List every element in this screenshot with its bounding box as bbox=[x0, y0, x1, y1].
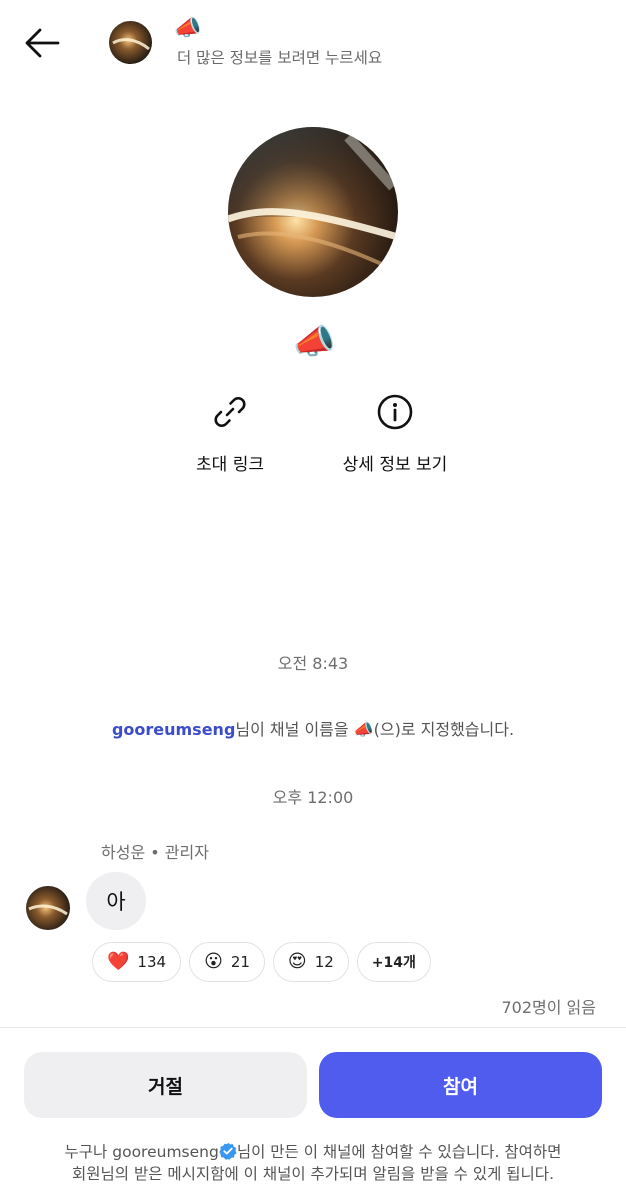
heart-eyes-emoji-icon: 😍 bbox=[287, 951, 307, 972]
sender-avatar[interactable] bbox=[26, 886, 70, 930]
reactions-bar: ❤️ 134 😮 21 😍 12 +14개 bbox=[92, 942, 431, 982]
message-bubble[interactable]: 아 bbox=[86, 872, 146, 930]
header-avatar[interactable] bbox=[109, 21, 152, 64]
system-message-text-end: (으)로 지정했습니다. bbox=[373, 720, 515, 739]
notice-prefix: 누구나 bbox=[64, 1143, 113, 1161]
divider bbox=[0, 1027, 626, 1028]
channel-title-emoji[interactable]: 📣 bbox=[174, 16, 201, 42]
decline-button[interactable]: 거절 bbox=[24, 1052, 307, 1118]
reaction-count: 12 bbox=[314, 953, 334, 971]
view-details-button[interactable]: 상세 정보 보기 bbox=[315, 392, 475, 475]
back-button[interactable] bbox=[22, 24, 64, 62]
link-icon bbox=[210, 392, 250, 432]
read-count: 702명이 읽음 bbox=[501, 998, 596, 1017]
timestamp: 오전 8:43 bbox=[277, 654, 349, 673]
reaction-count: 134 bbox=[137, 953, 167, 971]
message-sender: 하성운 • 관리자 bbox=[101, 843, 209, 862]
invite-link-label: 초대 링크 bbox=[196, 455, 264, 475]
system-message-emoji: 📣 bbox=[353, 720, 374, 739]
heart-emoji-icon: ❤️ bbox=[107, 951, 130, 972]
reaction-count: 21 bbox=[230, 953, 250, 971]
channel-profile-avatar bbox=[228, 127, 398, 297]
reaction-heart[interactable]: ❤️ 134 bbox=[92, 942, 182, 982]
notice-username: gooreumseng bbox=[112, 1143, 219, 1161]
header-subtitle[interactable]: 더 많은 정보를 보려면 누르세요 bbox=[177, 46, 382, 68]
verified-badge-icon bbox=[219, 1142, 237, 1160]
channel-name-emoji: 📣 bbox=[293, 322, 336, 362]
arrow-left-icon bbox=[25, 28, 60, 58]
info-icon bbox=[375, 392, 415, 432]
reaction-heart-eyes[interactable]: 😍 12 bbox=[272, 942, 349, 982]
more-reactions-button[interactable]: +14개 bbox=[356, 942, 431, 982]
notice-line2: 회원님의 받은 메시지함에 이 채널이 추가되며 알림을 받을 수 있게 됩니다… bbox=[72, 1165, 554, 1183]
system-message-username[interactable]: gooreumseng bbox=[112, 720, 235, 739]
system-message-text: 님이 채널 이름을 bbox=[235, 720, 354, 739]
invite-link-button[interactable]: 초대 링크 bbox=[150, 392, 310, 475]
surprised-emoji-icon: 😮 bbox=[204, 951, 223, 972]
reaction-surprised[interactable]: 😮 21 bbox=[189, 942, 265, 982]
join-button[interactable]: 참여 bbox=[319, 1052, 602, 1118]
view-details-label: 상세 정보 보기 bbox=[342, 455, 448, 475]
timestamp: 오후 12:00 bbox=[272, 788, 354, 807]
system-message: gooreumseng님이 채널 이름을 📣(으)로 지정했습니다. bbox=[0, 716, 626, 740]
join-notice: 누구나 gooreumseng 님이 만든 이 채널에 참여할 수 있습니다. 참… bbox=[0, 1141, 626, 1185]
notice-line1-rest: 님이 만든 이 채널에 참여할 수 있습니다. 참여하면 bbox=[236, 1143, 562, 1161]
